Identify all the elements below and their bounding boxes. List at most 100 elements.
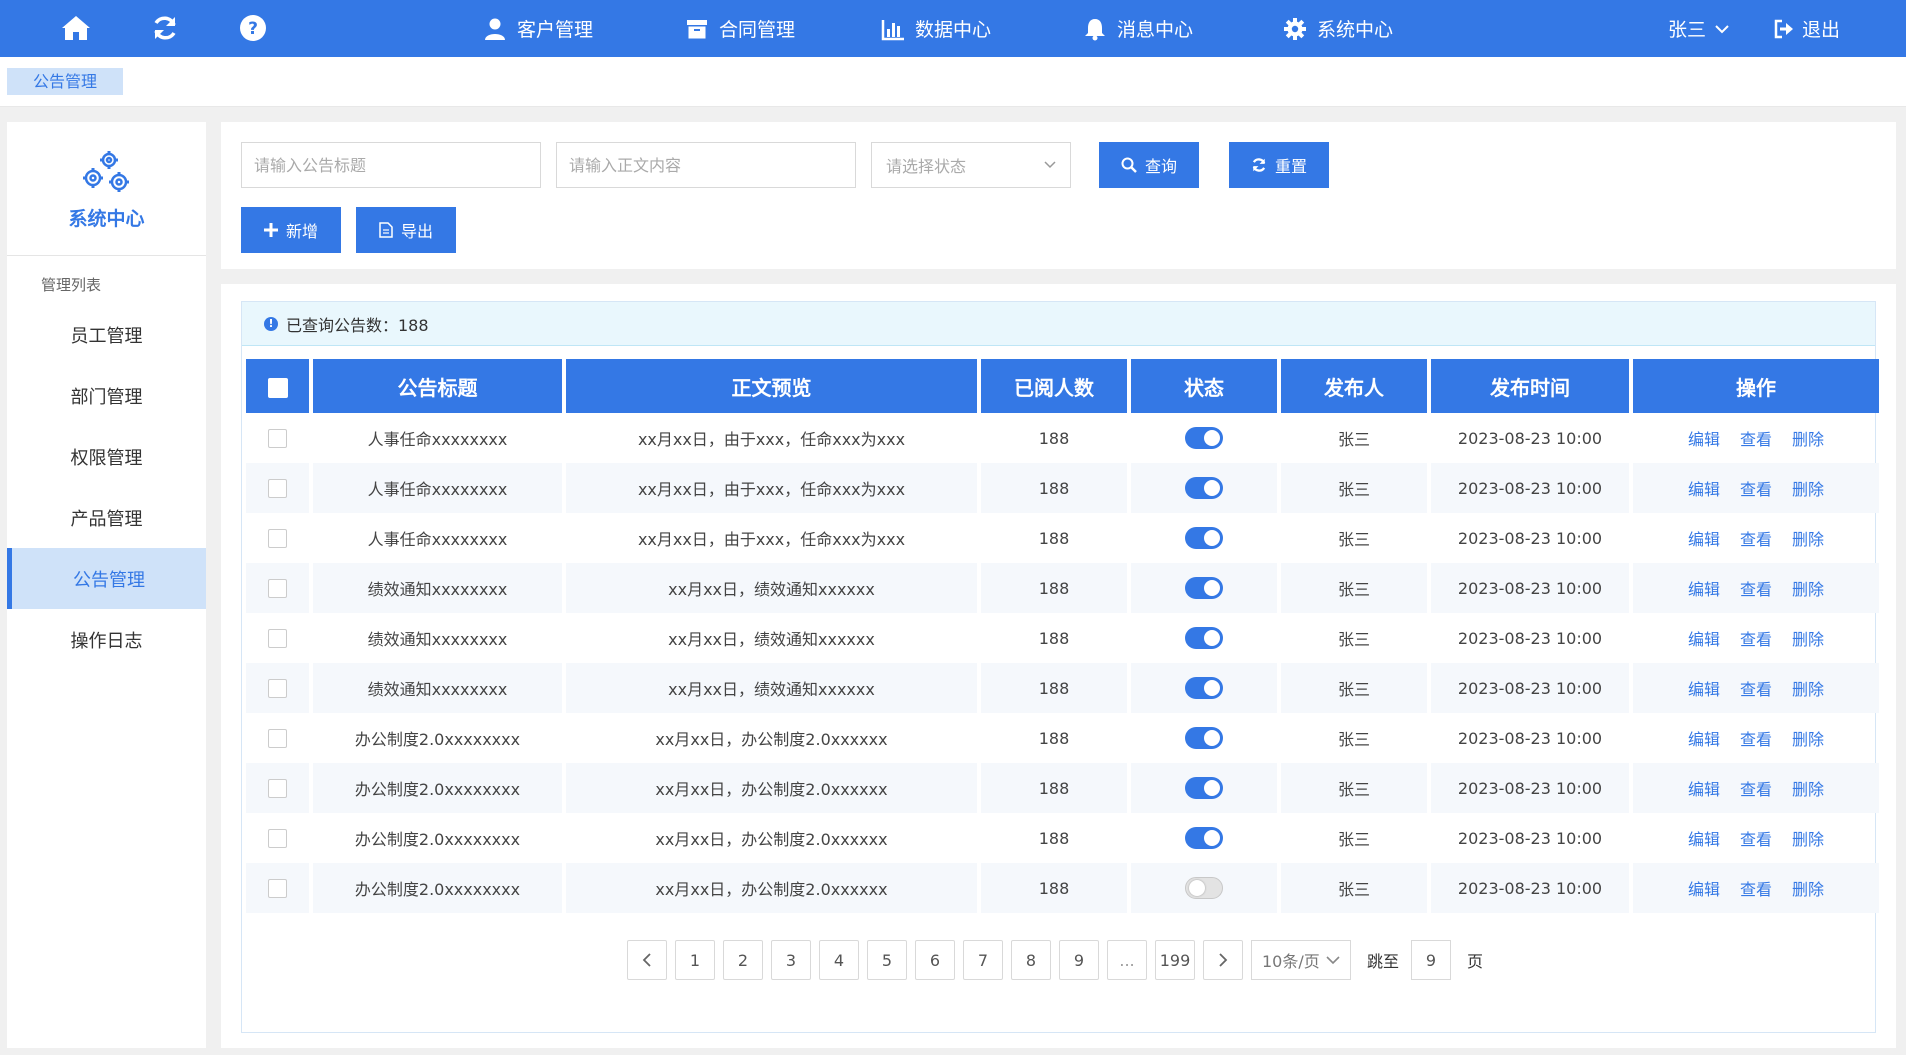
- next-page-button[interactable]: [1203, 940, 1243, 980]
- logout-button[interactable]: 退出: [1774, 0, 1840, 57]
- status-toggle[interactable]: [1185, 827, 1223, 849]
- status-select[interactable]: 请选择状态: [871, 142, 1071, 188]
- delete-link[interactable]: 删除: [1792, 630, 1824, 649]
- view-link[interactable]: 查看: [1740, 630, 1772, 649]
- row-checkbox[interactable]: [268, 879, 287, 898]
- nav-customer[interactable]: 客户管理: [483, 0, 593, 57]
- row-checkbox[interactable]: [268, 479, 287, 498]
- sidebar-item-departments[interactable]: 部门管理: [7, 365, 206, 426]
- row-checkbox[interactable]: [268, 679, 287, 698]
- page-button[interactable]: 3: [771, 940, 811, 980]
- jump-page-input[interactable]: [1411, 940, 1452, 980]
- edit-link[interactable]: 编辑: [1688, 680, 1720, 699]
- view-link[interactable]: 查看: [1740, 480, 1772, 499]
- column-header[interactable]: 已阅人数: [981, 359, 1127, 413]
- status-toggle[interactable]: [1185, 877, 1223, 899]
- query-button[interactable]: 查询: [1099, 142, 1199, 188]
- page-size-select[interactable]: 10条/页: [1251, 940, 1351, 980]
- view-link[interactable]: 查看: [1740, 830, 1772, 849]
- page-button[interactable]: 7: [963, 940, 1003, 980]
- tab-announcement[interactable]: 公告管理: [7, 68, 124, 95]
- status-toggle[interactable]: [1185, 627, 1223, 649]
- content-search-input[interactable]: [556, 142, 856, 188]
- row-checkbox[interactable]: [268, 629, 287, 648]
- row-checkbox[interactable]: [268, 829, 287, 848]
- column-header[interactable]: 发布人: [1281, 359, 1427, 413]
- row-checkbox[interactable]: [268, 529, 287, 548]
- publisher-cell: 张三: [1337, 730, 1370, 749]
- edit-link[interactable]: 编辑: [1688, 730, 1720, 749]
- view-link[interactable]: 查看: [1740, 780, 1772, 799]
- nav-message-center[interactable]: 消息中心: [1083, 0, 1193, 57]
- delete-link[interactable]: 删除: [1792, 730, 1824, 749]
- help-icon[interactable]: ?: [237, 12, 269, 44]
- sidebar-item-employees[interactable]: 员工管理: [7, 304, 206, 365]
- column-header[interactable]: 公告标题: [313, 359, 562, 413]
- search-icon: [1121, 157, 1137, 173]
- delete-link[interactable]: 删除: [1792, 830, 1824, 849]
- page-button[interactable]: 6: [915, 940, 955, 980]
- view-link[interactable]: 查看: [1740, 880, 1772, 899]
- nav-contract[interactable]: 合同管理: [685, 0, 795, 57]
- view-link[interactable]: 查看: [1740, 430, 1772, 449]
- row-checkbox[interactable]: [268, 579, 287, 598]
- sidebar-item-products[interactable]: 产品管理: [7, 487, 206, 548]
- row-checkbox[interactable]: [268, 429, 287, 448]
- prev-page-button[interactable]: [627, 940, 667, 980]
- page-button[interactable]: 2: [723, 940, 763, 980]
- nav-system-center[interactable]: 系统中心: [1283, 0, 1393, 57]
- page-button[interactable]: 5: [867, 940, 907, 980]
- edit-link[interactable]: 编辑: [1688, 480, 1720, 499]
- delete-link[interactable]: 删除: [1792, 780, 1824, 799]
- export-button[interactable]: 导出: [356, 207, 456, 253]
- preview-cell: xx月xx日，由于xxx，任命xxx为xxx: [566, 463, 977, 513]
- status-toggle[interactable]: [1185, 577, 1223, 599]
- nav-data-center[interactable]: 数据中心: [881, 0, 991, 57]
- delete-link[interactable]: 删除: [1792, 880, 1824, 899]
- status-toggle[interactable]: [1185, 527, 1223, 549]
- column-header[interactable]: 状态: [1131, 359, 1277, 413]
- view-link[interactable]: 查看: [1740, 680, 1772, 699]
- delete-link[interactable]: 删除: [1792, 430, 1824, 449]
- edit-link[interactable]: 编辑: [1688, 430, 1720, 449]
- sidebar-item-announcements[interactable]: 公告管理: [7, 548, 206, 609]
- edit-link[interactable]: 编辑: [1688, 780, 1720, 799]
- delete-link[interactable]: 删除: [1792, 480, 1824, 499]
- view-link[interactable]: 查看: [1740, 730, 1772, 749]
- view-link[interactable]: 查看: [1740, 580, 1772, 599]
- edit-link[interactable]: 编辑: [1688, 830, 1720, 849]
- row-checkbox[interactable]: [268, 779, 287, 798]
- refresh-icon[interactable]: [149, 12, 181, 44]
- preview-cell: xx月xx日，绩效通知xxxxxx: [668, 630, 875, 649]
- user-menu[interactable]: 张三: [1668, 0, 1730, 57]
- column-header[interactable]: 发布时间: [1431, 359, 1629, 413]
- page-button[interactable]: 9: [1059, 940, 1099, 980]
- page-button[interactable]: 4: [819, 940, 859, 980]
- add-button[interactable]: 新增: [241, 207, 341, 253]
- edit-link[interactable]: 编辑: [1688, 630, 1720, 649]
- edit-link[interactable]: 编辑: [1688, 530, 1720, 549]
- row-checkbox[interactable]: [268, 729, 287, 748]
- delete-link[interactable]: 删除: [1792, 530, 1824, 549]
- status-toggle[interactable]: [1185, 677, 1223, 699]
- sidebar-item-permissions[interactable]: 权限管理: [7, 426, 206, 487]
- page-button[interactable]: 199: [1155, 940, 1195, 980]
- reset-button[interactable]: 重置: [1229, 142, 1329, 188]
- column-header[interactable]: 正文预览: [566, 359, 977, 413]
- delete-link[interactable]: 删除: [1792, 580, 1824, 599]
- sidebar-item-operation-log[interactable]: 操作日志: [7, 609, 206, 670]
- view-link[interactable]: 查看: [1740, 530, 1772, 549]
- page-ellipsis[interactable]: ...: [1107, 940, 1147, 980]
- status-toggle[interactable]: [1185, 477, 1223, 499]
- page-button[interactable]: 1: [675, 940, 715, 980]
- select-all-checkbox[interactable]: [267, 377, 288, 398]
- title-search-input[interactable]: [241, 142, 541, 188]
- edit-link[interactable]: 编辑: [1688, 880, 1720, 899]
- status-toggle[interactable]: [1185, 777, 1223, 799]
- edit-link[interactable]: 编辑: [1688, 580, 1720, 599]
- home-icon[interactable]: [60, 12, 92, 44]
- status-toggle[interactable]: [1185, 427, 1223, 449]
- page-button[interactable]: 8: [1011, 940, 1051, 980]
- status-toggle[interactable]: [1185, 727, 1223, 749]
- delete-link[interactable]: 删除: [1792, 680, 1824, 699]
